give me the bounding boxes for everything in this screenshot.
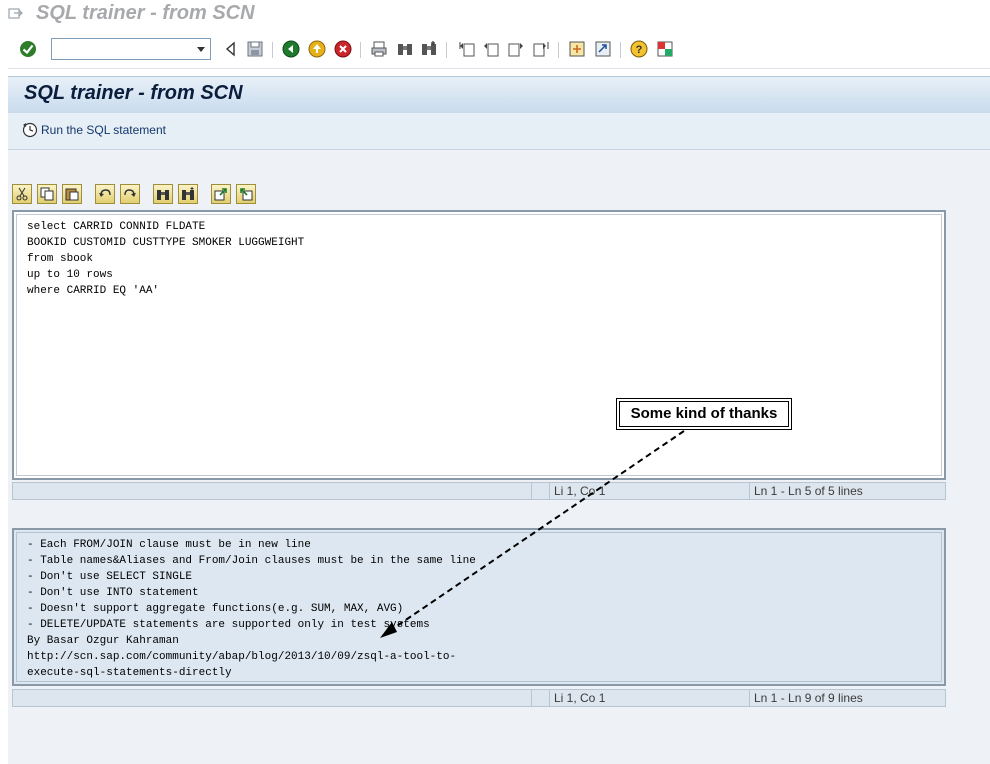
yellow-up-arrow-icon[interactable] <box>308 40 326 58</box>
svg-text:?: ? <box>636 44 643 56</box>
command-field[interactable] <box>51 38 211 60</box>
layout-icon[interactable] <box>656 40 674 58</box>
last-page-icon[interactable] <box>532 40 550 58</box>
menu-arrow-icon[interactable] <box>8 6 24 20</box>
previous-page-icon[interactable] <box>482 40 500 58</box>
main-area: SQL trainer - from SCN Run the SQL state… <box>8 76 990 764</box>
toolbar-separator <box>558 42 559 58</box>
binoculars-plus-icon[interactable] <box>420 40 438 58</box>
red-x-icon[interactable] <box>334 40 352 58</box>
thanks-callout: Some kind of thanks <box>616 398 792 430</box>
title-bar: SQL trainer - from SCN <box>0 0 990 31</box>
callout-arrow <box>380 430 685 638</box>
printer-icon[interactable] <box>370 40 388 58</box>
enter-checkmark-icon[interactable] <box>19 40 37 58</box>
command-input[interactable] <box>52 39 190 59</box>
triangle-left-icon[interactable] <box>222 40 240 58</box>
window-title: SQL trainer - from SCN <box>36 2 255 24</box>
binoculars-icon[interactable] <box>396 40 414 58</box>
shortcut-icon[interactable] <box>594 40 612 58</box>
next-page-icon[interactable] <box>507 40 525 58</box>
green-back-arrow-icon[interactable] <box>282 40 300 58</box>
toolbar-separator <box>446 42 447 58</box>
toolbar-separator <box>620 42 621 58</box>
help-icon[interactable]: ? <box>630 40 648 58</box>
standard-toolbar: ? <box>0 30 990 69</box>
toolbar-separator <box>360 42 361 58</box>
chevron-down-icon[interactable] <box>194 41 208 57</box>
new-session-icon[interactable] <box>568 40 586 58</box>
floppy-disk-icon[interactable] <box>246 40 264 58</box>
first-page-icon[interactable] <box>458 40 476 58</box>
toolbar-separator <box>272 42 273 58</box>
callout-label: Some kind of thanks <box>619 401 789 427</box>
left-margin <box>0 68 8 764</box>
